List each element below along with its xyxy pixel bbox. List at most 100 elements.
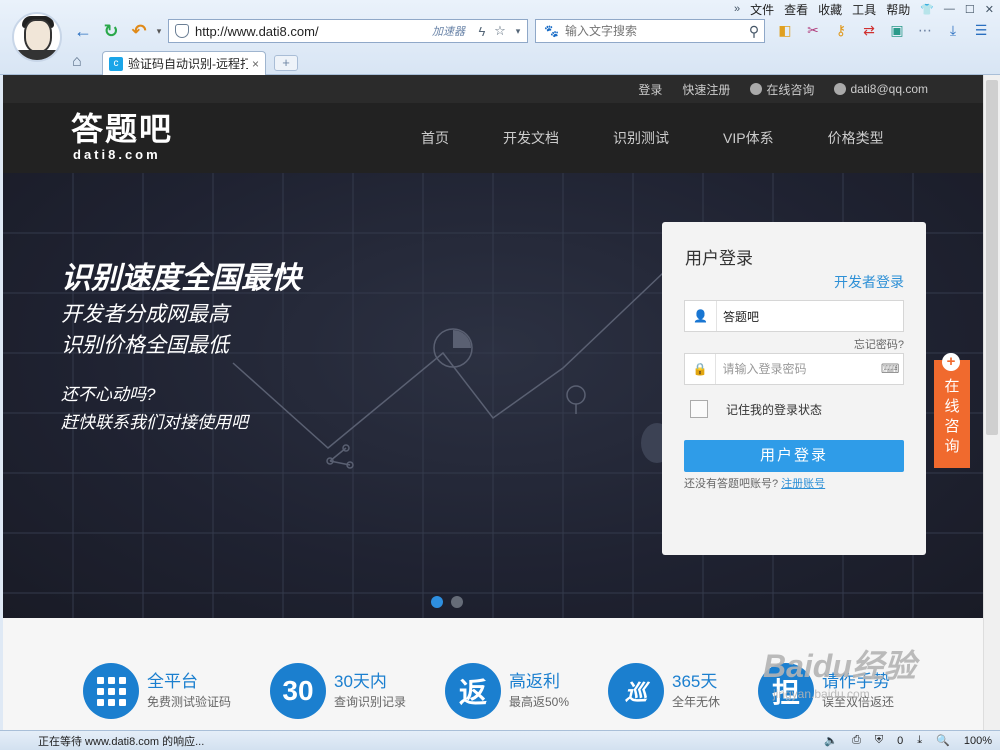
more-icon[interactable]: ⋯ [915,20,935,40]
user-login-button[interactable]: 用户登录 [684,440,904,472]
hero-line-1: 识别速度全国最快 [61,262,301,295]
tab-strip: ⌂ c 验证码自动识别-远程打码 × + [0,49,1000,75]
nav-dev-docs[interactable]: 开发文档 [503,128,559,148]
paw-icon[interactable]: 🐾 [544,24,559,38]
feature-title: 365天 [672,672,718,691]
minimize-icon[interactable]: — [944,3,955,15]
feature-all-platform[interactable]: 全平台 免费测试验证码 [83,663,231,719]
login-panel: 用户登录 开发者登录 👤 忘记密码? 🔒 ⌨ 记住我的登录状态 用户登录 还没有… [662,222,926,555]
carousel-dot-1[interactable] [431,596,443,608]
menu-view[interactable]: 查看 [784,1,808,18]
register-account-link[interactable]: 注册账号 [781,478,825,490]
accelerator-label[interactable]: 加速器 [432,23,465,39]
topbar-email[interactable]: dati8@qq.com [834,82,928,96]
site-topbar: 登录 快速注册 在线咨询 dati8@qq.com [3,75,983,103]
plus-icon: + [942,353,960,371]
register-prompt: 还没有答题吧账号? 注册账号 [684,475,825,491]
download-status-icon[interactable]: ⤓ [917,734,922,747]
lock-icon: 🔒 [685,354,717,384]
tab-close-icon[interactable]: × [252,57,259,71]
topbar-online-consult[interactable]: 在线咨询 [750,81,814,98]
speaker-icon[interactable]: 🔈 [824,734,838,747]
menu-help[interactable]: 帮助 [886,1,910,18]
tab-active[interactable]: c 验证码自动识别-远程打码 × [102,51,266,75]
undo-icon[interactable]: ↶ [128,20,150,42]
home-icon[interactable]: ⌂ [72,53,82,71]
zoom-level[interactable]: 100% [964,735,992,747]
feature-subtitle: 免费测试验证码 [147,695,232,709]
password-input[interactable] [716,355,878,383]
back-icon[interactable]: ← [72,20,94,42]
remember-me[interactable]: 记住我的登录状态 [690,400,822,418]
feature-365-days[interactable]: 巡 365天 全年无休 [608,663,720,719]
baidu-watermark: Baidu经验 jingyan.baidu.com [763,641,916,701]
menu-tools[interactable]: 工具 [852,1,876,18]
logo-english: dati8.com [73,147,161,162]
menu-overflow[interactable]: » [734,3,740,15]
online-consult-float[interactable]: + 在线咨询 [934,353,970,468]
zoom-icon[interactable]: 🔍 [936,734,950,747]
remember-checkbox[interactable] [690,400,708,418]
nav-vip[interactable]: VIP体系 [723,128,774,148]
carousel-dot-2[interactable] [451,596,463,608]
patrol-badge-icon: 巡 [608,663,664,719]
no-account-text: 还没有答题吧账号? [684,478,779,490]
toolbar-icons: ◧ ✂ ⚷ ⇄ ▣ ⋯ ⤓ ☰ [775,20,991,40]
feature-rebate[interactable]: 返 高返利 最高返50% [445,663,569,719]
hero-line-4: 还不心动吗? [61,385,156,404]
skin-icon[interactable]: 👕 [920,3,934,16]
shield-status-icon[interactable]: ⛨ [875,734,883,747]
topbar-register-link[interactable]: 快速注册 [682,81,730,98]
carousel-dots [431,596,463,608]
vertical-scrollbar[interactable] [983,75,1000,730]
nav-pricing[interactable]: 价格类型 [828,128,884,148]
nav-home[interactable]: 首页 [421,128,449,148]
search-input[interactable] [564,24,744,38]
feature-30-days[interactable]: 30 30天内 查询识别记录 [270,663,406,719]
keyboard-icon[interactable]: ⌨ [877,361,903,377]
close-window-icon[interactable]: ✕ [985,3,994,16]
thirty-badge-icon: 30 [270,663,326,719]
topbar-login-link[interactable]: 登录 [638,81,662,98]
download-icon[interactable]: ⤓ [943,20,963,40]
search-icon[interactable]: ⚲ [744,23,764,40]
maximize-icon[interactable]: ☐ [965,3,975,16]
scrollbar-thumb[interactable] [986,80,998,435]
main-nav: 首页 开发文档 识别测试 VIP体系 价格类型 [421,103,938,173]
undo-dropdown-icon[interactable]: ▾ [148,20,170,42]
menu-file[interactable]: 文件 [750,1,774,18]
key-icon[interactable]: ⚷ [831,20,851,40]
username-input[interactable] [717,302,903,330]
address-url[interactable]: http://www.dati8.com/ [195,24,432,39]
printer-icon[interactable]: ⎙ [852,734,861,747]
nav-recognition-test[interactable]: 识别测试 [613,128,669,148]
menu-favorites[interactable]: 收藏 [818,1,842,18]
user-icon: 👤 [685,301,717,331]
email-icon [834,83,847,95]
lightning-icon[interactable]: ϟ [473,24,491,39]
translate-icon[interactable]: ⇄ [859,20,879,40]
new-tab-button[interactable]: + [274,55,298,71]
bookmark-icon[interactable]: ◧ [775,20,795,40]
login-title: 用户登录 [685,249,753,268]
developer-login-link[interactable]: 开发者登录 [834,272,904,292]
feature-subtitle: 查询识别记录 [334,695,407,709]
menu-icon[interactable]: ☰ [971,20,991,40]
forgot-password-link[interactable]: 忘记密码? [854,336,904,352]
username-field[interactable]: 👤 [684,300,904,332]
consult-label: 在线咨询 [944,378,960,455]
refresh-icon[interactable]: ↻ [100,20,122,42]
address-bar[interactable]: http://www.dati8.com/ 加速器 ϟ ☆ ▾ [168,19,528,43]
address-dropdown-icon[interactable]: ▾ [509,26,527,37]
site-logo[interactable]: 答题吧 dati8.com [71,111,173,163]
logo-chinese: 答题吧 [71,111,174,147]
clipboard-icon[interactable]: ▣ [887,20,907,40]
menu-bar: » 文件 查看 收藏 工具 帮助 👕 — ☐ ✕ [734,0,994,18]
search-box[interactable]: 🐾 ⚲ [535,19,765,43]
qq-icon [750,83,763,95]
password-field[interactable]: 🔒 ⌨ [684,353,904,385]
screenshot-scissors-icon[interactable]: ✂ [803,20,823,40]
feature-title: 30天内 [334,672,387,691]
site-header: 答题吧 dati8.com 首页 开发文档 识别测试 VIP体系 价格类型 [3,103,983,173]
favorite-star-icon[interactable]: ☆ [491,23,509,39]
